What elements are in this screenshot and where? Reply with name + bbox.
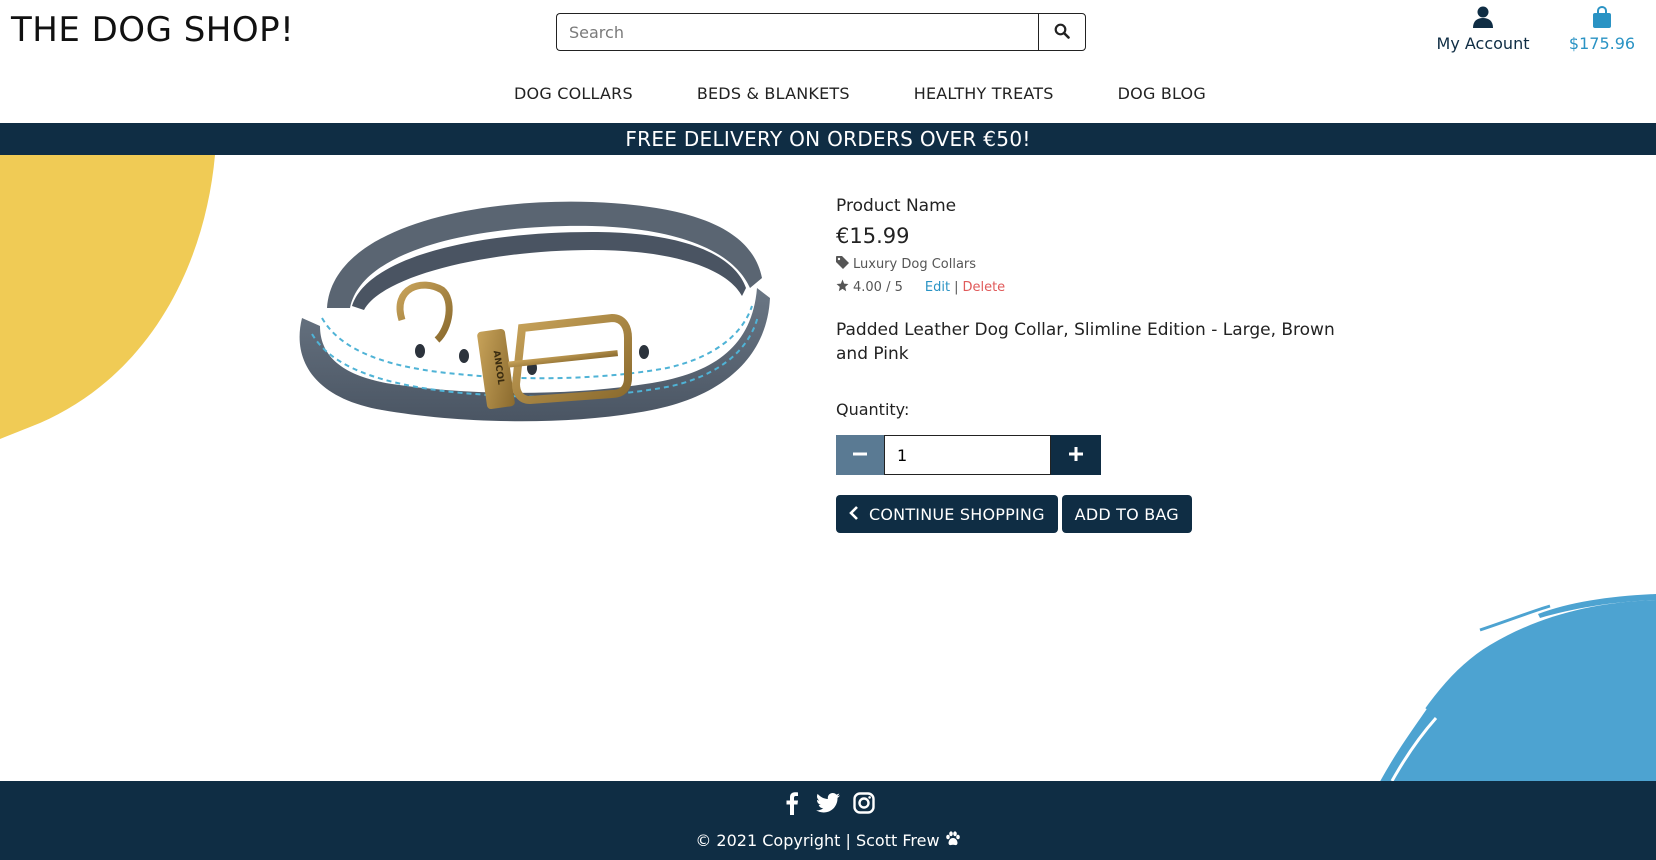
product-actions: CONTINUE SHOPPING ADD TO BAG — [836, 495, 1356, 533]
search-input[interactable] — [556, 13, 1038, 51]
minus-icon — [852, 446, 868, 465]
chevron-left-icon — [849, 505, 859, 524]
shopping-bag-icon — [1592, 5, 1612, 32]
category-label: Luxury Dog Collars — [853, 257, 977, 272]
user-icon — [1473, 6, 1493, 32]
search-bar — [556, 13, 1086, 51]
shopping-bag-link[interactable]: $175.96 — [1566, 5, 1638, 53]
continue-shopping-label: CONTINUE SHOPPING — [869, 504, 1045, 524]
copyright-label: © 2021 Copyright | Scott Frew — [695, 831, 940, 850]
tag-icon — [836, 256, 849, 273]
product-description: Padded Leather Dog Collar, Slimline Edit… — [836, 320, 1335, 364]
my-account-link[interactable]: My Account — [1420, 6, 1546, 53]
search-icon — [1054, 23, 1070, 42]
quantity-input[interactable] — [884, 435, 1051, 475]
edit-delete-separator: | — [954, 280, 959, 295]
product-details: Product Name €15.99 Luxury Dog Collars 4… — [836, 196, 1356, 533]
quantity-label: Quantity: — [836, 400, 910, 419]
copyright-text: © 2021 Copyright | Scott Frew — [0, 831, 1656, 850]
search-button[interactable] — [1038, 13, 1086, 51]
instagram-icon[interactable] — [852, 791, 876, 815]
edit-product-link[interactable]: Edit — [925, 280, 950, 295]
nav-item-healthy-treats[interactable]: HEALTHY TREATS — [882, 84, 1086, 103]
plus-icon — [1068, 446, 1084, 465]
product-image: ANCOL — [272, 188, 812, 458]
facebook-icon[interactable] — [780, 791, 804, 815]
paw-icon — [945, 831, 961, 850]
social-links — [0, 791, 1656, 815]
product-name: Product Name — [836, 196, 957, 216]
bag-total: $175.96 — [1568, 34, 1636, 53]
delivery-banner: FREE DELIVERY ON ORDERS OVER €50! — [0, 123, 1656, 155]
decrement-qty-button[interactable] — [836, 435, 884, 475]
nav-item-dog-blog[interactable]: DOG BLOG — [1086, 84, 1238, 103]
nav-item-dog-collars[interactable]: DOG COLLARS — [482, 84, 665, 103]
twitter-icon[interactable] — [816, 791, 840, 815]
delete-product-link[interactable]: Delete — [962, 280, 1005, 295]
site-footer: © 2021 Copyright | Scott Frew — [0, 781, 1656, 860]
increment-qty-button[interactable] — [1051, 435, 1101, 475]
site-logo[interactable]: THE DOG SHOP! — [11, 10, 294, 50]
rating-value: 4.00 / 5 — [853, 280, 903, 295]
decorative-blue-shape — [1360, 580, 1656, 781]
quantity-stepper — [836, 435, 1356, 475]
continue-shopping-button[interactable]: CONTINUE SHOPPING — [836, 495, 1058, 533]
my-account-label: My Account — [1436, 34, 1530, 53]
nav-item-beds-blankets[interactable]: BEDS & BLANKETS — [665, 84, 882, 103]
product-rating-row: 4.00 / 5 Edit | Delete — [836, 279, 1356, 296]
add-to-bag-button[interactable]: ADD TO BAG — [1061, 495, 1192, 533]
product-price: €15.99 — [836, 224, 910, 248]
product-category[interactable]: Luxury Dog Collars — [836, 256, 1356, 273]
star-icon — [836, 279, 849, 296]
main-nav: DOG COLLARS BEDS & BLANKETS HEALTHY TREA… — [0, 84, 1656, 103]
decorative-yellow-shape — [0, 155, 220, 445]
